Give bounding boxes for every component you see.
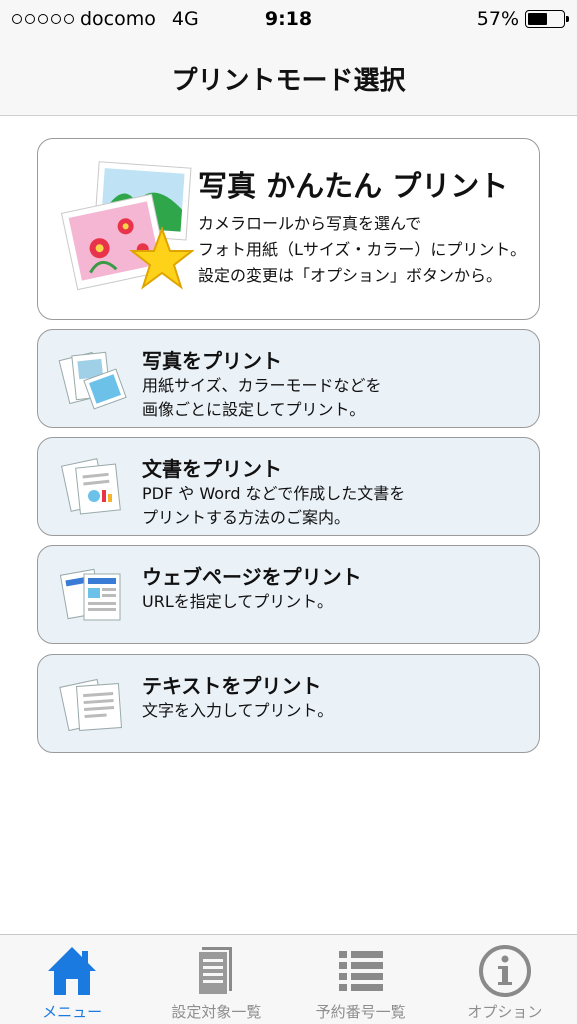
- list-icon: [338, 951, 383, 991]
- item-description-line: URLを指定してプリント。: [142, 592, 333, 611]
- status-right: 57%: [476, 8, 569, 30]
- item-title: 写真をプリント: [142, 349, 282, 373]
- item-title: ウェブページをプリント: [142, 565, 362, 589]
- navigation-bar: プリントモード選択: [0, 40, 577, 116]
- webpage-print-button[interactable]: ウェブページをプリント URLを指定してプリント。: [37, 545, 540, 644]
- item-description: 文字を入力してプリント。: [142, 699, 333, 723]
- item-description-line: 用紙サイズ、カラーモードなどを: [142, 376, 382, 395]
- tab-bar: メニュー 設定対象一覧 予約番号一覧 オプション: [0, 934, 577, 1024]
- battery-icon: [525, 10, 569, 28]
- document-icon: [197, 947, 233, 996]
- tab-reservation-list[interactable]: 予約番号一覧: [289, 935, 433, 1024]
- item-description-line: プリントする方法のご案内。: [142, 508, 351, 527]
- tab-label: メニュー: [42, 1003, 103, 1021]
- hero-description-line: カメラロールから写真を選んで: [198, 214, 422, 233]
- item-description-line: PDF や Word などで作成した文書を: [142, 484, 406, 503]
- hero-description: カメラロールから写真を選んで フォト用紙（Lサイズ・カラー）にプリント。 設定の…: [198, 211, 526, 289]
- status-bar: docomo 4G 9:18 57%: [0, 0, 577, 40]
- hero-description-line: 設定の変更は「オプション」ボタンから。: [198, 266, 503, 285]
- photo-print-icon: [58, 351, 127, 410]
- tab-options[interactable]: オプション: [433, 935, 577, 1024]
- battery-percent: 57%: [476, 8, 519, 30]
- hero-description-line: フォト用紙（Lサイズ・カラー）にプリント。: [198, 240, 527, 259]
- document-print-button[interactable]: 文書をプリント PDF や Word などで作成した文書を プリントする方法のご…: [37, 437, 540, 536]
- tab-settings-list[interactable]: 設定対象一覧: [144, 935, 288, 1024]
- text-print-button[interactable]: テキストをプリント 文字を入力してプリント。: [37, 654, 540, 753]
- tab-label: オプション: [467, 1003, 543, 1021]
- tab-menu[interactable]: メニュー: [0, 935, 144, 1024]
- item-description-line: 文字を入力してプリント。: [142, 701, 334, 720]
- page-title: プリントモード選択: [171, 66, 406, 96]
- hero-title: 写真 かんたん プリント: [198, 169, 509, 203]
- text-print-icon: [59, 678, 123, 732]
- item-description-line: 画像ごとに設定してプリント。: [142, 400, 366, 419]
- info-icon: [478, 945, 531, 997]
- home-icon: [48, 947, 97, 995]
- document-print-icon: [61, 458, 121, 515]
- item-title: 文書をプリント: [142, 457, 282, 481]
- item-description: PDF や Word などで作成した文書を プリントする方法のご案内。: [142, 482, 405, 530]
- photo-star-icon: [60, 161, 194, 291]
- photo-print-button[interactable]: 写真をプリント 用紙サイズ、カラーモードなどを 画像ごとに設定してプリント。: [37, 329, 540, 428]
- tab-label: 設定対象一覧: [171, 1003, 262, 1021]
- tab-label: 予約番号一覧: [315, 1003, 406, 1021]
- item-description: URLを指定してプリント。: [142, 590, 333, 614]
- item-description: 用紙サイズ、カラーモードなどを 画像ごとに設定してプリント。: [142, 374, 382, 422]
- item-title: テキストをプリント: [142, 674, 322, 698]
- webpage-print-icon: [59, 568, 121, 621]
- easy-photo-print-button[interactable]: 写真 かんたん プリント カメラロールから写真を選んで フォト用紙（Lサイズ・カ…: [37, 138, 540, 320]
